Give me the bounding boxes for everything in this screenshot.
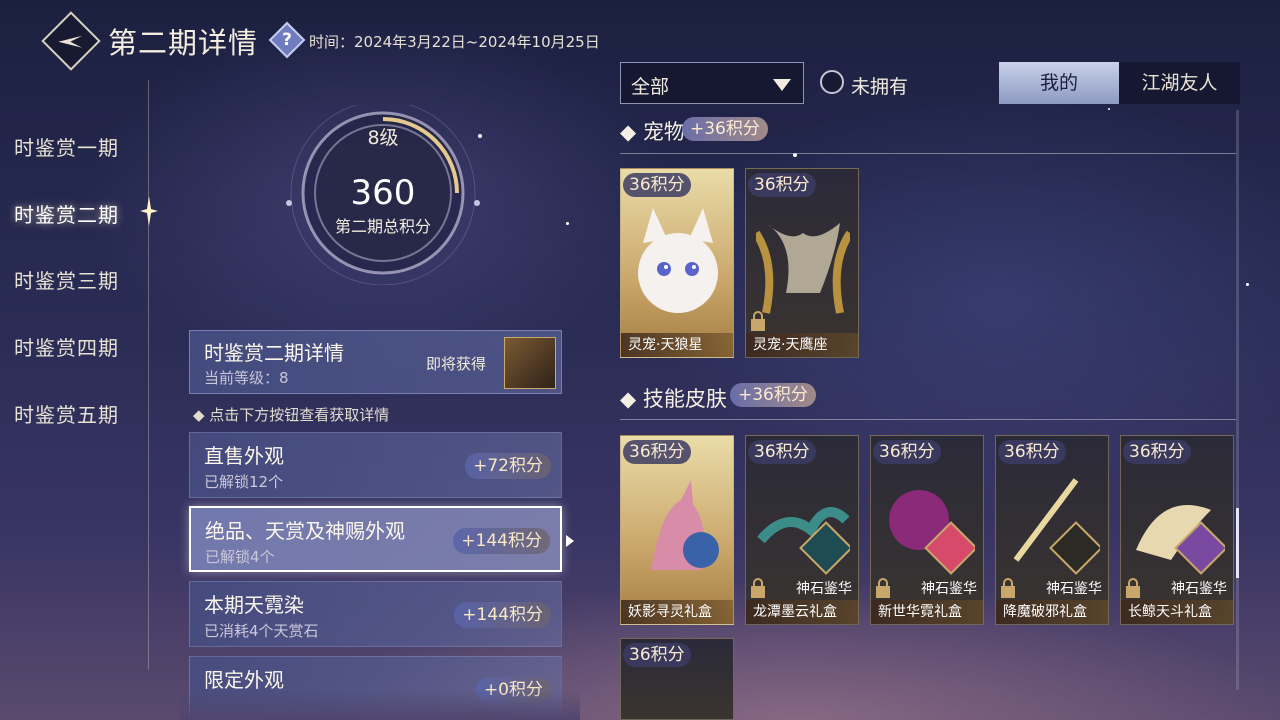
category-sub: 已解锁12个 [204, 473, 284, 491]
ring-level: 8级 [367, 127, 399, 149]
item-card[interactable]: 36积分 [620, 638, 734, 720]
hint-text: ◆ 点击下方按钮查看获取详情 [193, 406, 390, 424]
scrollbar-thumb[interactable] [1236, 508, 1239, 578]
category-sub: 已解锁4个 [205, 548, 275, 566]
lock-icon [1001, 578, 1015, 598]
detail-title: 时鉴赏二期详情 [204, 341, 344, 365]
lock-icon [1126, 578, 1140, 598]
item-card[interactable]: 36积分 神石鉴华 龙潭墨云礼盒 [745, 435, 859, 625]
active-indicator-icon [140, 196, 158, 226]
event-time: 时间：2024年3月22日~2024年10月25日 [309, 33, 600, 51]
item-card[interactable]: 36积分 神石鉴华 降魔破邪礼盒 [995, 435, 1109, 625]
card-name: 龙潭墨云礼盒 [746, 600, 858, 624]
category-premium[interactable]: 绝品、天赏及神赐外观 已解锁4个 +144积分 [189, 506, 562, 572]
category-sub: 已消耗4个天赏石 [204, 622, 319, 640]
ring-label: 第二期总积分 [334, 217, 431, 236]
category-direct-sale[interactable]: 直售外观 已解锁12个 +72积分 [189, 432, 562, 498]
section-points: +36积分 [730, 383, 816, 407]
card-name: 长鲸天斗礼盒 [1121, 600, 1233, 624]
item-card[interactable]: 36积分 灵宠·天狼星 [620, 168, 734, 358]
back-arrow-icon [58, 35, 83, 48]
nav-item-period-3[interactable]: 时鉴赏三期 [14, 265, 119, 294]
section-title-text: 宠物 [642, 120, 685, 144]
lock-icon [751, 578, 765, 598]
card-badge: 神石鉴华 [1171, 581, 1227, 597]
card-points: 36积分 [623, 173, 691, 197]
not-owned-label[interactable]: 未拥有 [851, 72, 908, 99]
scrollbar-track[interactable] [1236, 110, 1239, 690]
card-name: 灵宠·天狼星 [621, 333, 733, 357]
points-ring: 8级 360 第二期总积分 [283, 105, 483, 285]
card-name: 新世华霓礼盒 [871, 600, 983, 624]
not-owned-radio[interactable] [820, 70, 844, 94]
card-points: 36积分 [748, 440, 816, 464]
category-points: +144积分 [454, 602, 551, 628]
nav-item-period-2[interactable]: 时鉴赏二期 [14, 199, 119, 228]
tab-mine[interactable]: 我的 [999, 62, 1119, 104]
card-name: 妖影寻灵礼盒 [621, 600, 733, 624]
card-points: 36积分 [1123, 440, 1191, 464]
category-dye[interactable]: 本期天霓染 已消耗4个天赏石 +144积分 [189, 581, 562, 647]
card-points: 36积分 [873, 440, 941, 464]
spirit-fox-skin-icon [651, 480, 719, 570]
card-badge: 神石鉴华 [921, 581, 977, 597]
list-fade [180, 690, 580, 720]
filter-value: 全部 [631, 76, 670, 98]
question-mark-icon[interactable]: ? [268, 21, 306, 59]
tab-friends[interactable]: 江湖友人 [1119, 62, 1240, 104]
category-points: +144积分 [453, 528, 550, 554]
star-decoration [566, 222, 569, 225]
nav-divider [148, 80, 149, 670]
demon-slayer-skin-icon [1013, 478, 1100, 575]
card-points: 36积分 [623, 440, 691, 464]
eagle-pet-icon [756, 223, 850, 314]
card-points: 36积分 [623, 643, 691, 667]
section-points: +36积分 [682, 117, 768, 141]
selected-arrow-icon [566, 535, 574, 547]
nav-item-period-1[interactable]: 时鉴赏一期 [14, 132, 119, 161]
card-badge: 神石鉴华 [1046, 581, 1102, 597]
card-name: 降魔破邪礼盒 [996, 600, 1108, 624]
whale-skin-icon [1136, 505, 1225, 575]
category-title: 绝品、天赏及神赐外观 [205, 519, 405, 543]
star-decoration [1108, 108, 1110, 110]
period-detail-card[interactable]: 时鉴赏二期详情 当前等级：8 即将获得 [189, 330, 562, 394]
category-title: 直售外观 [204, 444, 284, 468]
coming-soon-label: 即将获得 [426, 355, 487, 373]
card-points: 36积分 [998, 440, 1066, 464]
section-divider [620, 153, 1236, 154]
card-badge: 神石鉴华 [796, 581, 852, 597]
back-button[interactable] [41, 11, 101, 71]
item-card[interactable]: 36积分 神石鉴华 新世华霓礼盒 [870, 435, 984, 625]
nav-item-period-4[interactable]: 时鉴赏四期 [14, 332, 119, 361]
chevron-down-icon [773, 79, 791, 91]
category-title: 本期天霓染 [204, 593, 304, 617]
item-card[interactable]: 36积分 妖影寻灵礼盒 [620, 435, 734, 625]
category-points: +72积分 [465, 453, 551, 479]
category-title: 限定外观 [204, 668, 284, 692]
section-title-skins: ◆ 技能皮肤 [620, 387, 727, 411]
star-decoration [1246, 283, 1249, 286]
neon-mask-skin-icon [889, 490, 975, 575]
nav-item-period-5[interactable]: 时鉴赏五期 [14, 399, 119, 428]
reward-thumbnail[interactable] [504, 337, 556, 389]
current-level: 当前等级：8 [204, 369, 289, 387]
item-card[interactable]: 36积分 灵宠·天鹰座 [745, 168, 859, 358]
page-title: 第二期详情 [108, 26, 259, 60]
card-name: 灵宠·天鹰座 [746, 333, 858, 357]
lock-icon [751, 311, 765, 331]
white-fox-pet-icon [638, 208, 718, 313]
card-points: 36积分 [748, 173, 816, 197]
section-divider [620, 419, 1236, 420]
item-card[interactable]: 36积分 神石鉴华 长鲸天斗礼盒 [1120, 435, 1234, 625]
filter-dropdown[interactable]: 全部 [620, 62, 804, 104]
lock-icon [876, 578, 890, 598]
ring-points: 360 [350, 173, 416, 213]
ink-dragon-skin-icon [757, 507, 850, 575]
section-title-pets: ◆ 宠物 [620, 120, 685, 144]
section-title-text: 技能皮肤 [642, 387, 727, 411]
